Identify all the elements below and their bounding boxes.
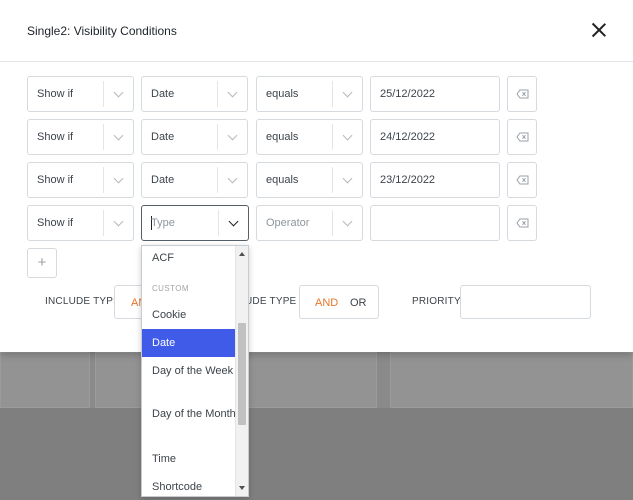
value-text: 25/12/2022 <box>380 88 436 100</box>
chevron-down-icon <box>217 167 247 193</box>
chevron-down-icon <box>217 124 247 150</box>
add-condition-button[interactable]: + <box>27 248 57 278</box>
include-type-label: UDE TYPE <box>245 296 297 307</box>
close-icon[interactable] <box>589 20 609 40</box>
background-block <box>390 352 633 408</box>
operator-select[interactable]: equals <box>256 119 363 155</box>
operator-select[interactable]: equals <box>256 76 363 112</box>
type-value: Date <box>151 88 175 100</box>
condition-select[interactable]: Show if <box>27 162 134 198</box>
backspace-icon <box>516 132 529 142</box>
scrollbar-thumb[interactable] <box>238 323 246 425</box>
type-select[interactable]: Date <box>141 76 248 112</box>
type-value: Date <box>151 174 175 186</box>
modal-header: Single2: Visibility Conditions <box>0 0 633 62</box>
type-select[interactable]: Type <box>141 205 249 241</box>
dropdown-option-cookie[interactable]: Cookie <box>142 308 236 323</box>
condition-row: Show if Date equals 25/12/2022 <box>27 76 542 112</box>
type-dropdown-list[interactable]: ACF CUSTOM Cookie Date Day of the Week D… <box>141 245 249 497</box>
priority-label: PRIORITY <box>412 296 461 307</box>
dropdown-option-acf[interactable]: ACF <box>142 251 236 266</box>
type-select[interactable]: Date <box>141 162 248 198</box>
operator-placeholder: Operator <box>266 217 310 229</box>
dropdown-scrollbar[interactable] <box>235 246 248 496</box>
value-input[interactable]: 25/12/2022 <box>370 76 500 112</box>
condition-row: Show if Date equals 23/12/2022 <box>27 162 542 198</box>
background-block <box>0 352 90 408</box>
delete-condition-button[interactable] <box>507 205 537 241</box>
chevron-down-icon <box>103 124 133 150</box>
dropdown-group-custom: CUSTOM <box>152 284 189 293</box>
modal-title: Single2: Visibility Conditions <box>27 24 177 38</box>
scroll-down-icon[interactable] <box>239 486 245 490</box>
chevron-down-icon <box>103 210 133 236</box>
chevron-down-icon <box>332 124 362 150</box>
condition-row: Show if Type Operator <box>27 205 542 241</box>
backspace-icon <box>516 218 529 228</box>
dropdown-option-time[interactable]: Time <box>142 452 236 467</box>
condition-value: Show if <box>37 131 74 143</box>
operator-value: equals <box>266 131 299 143</box>
operator-select[interactable]: equals <box>256 162 363 198</box>
operator-select[interactable]: Operator <box>256 205 363 241</box>
include-type-label: INCLUDE TYPE <box>45 296 121 307</box>
backspace-icon <box>516 175 529 185</box>
condition-select[interactable]: Show if <box>27 119 134 155</box>
value-input[interactable]: 23/12/2022 <box>370 162 500 198</box>
value-input[interactable]: 24/12/2022 <box>370 119 500 155</box>
scroll-up-icon[interactable] <box>239 252 245 256</box>
delete-condition-button[interactable] <box>507 76 537 112</box>
dropdown-option-shortcode[interactable]: Shortcode <box>142 480 236 495</box>
value-input[interactable] <box>370 205 500 241</box>
condition-value: Show if <box>37 88 74 100</box>
value-text: 24/12/2022 <box>380 131 436 143</box>
include-type-toggle[interactable]: AND OR <box>299 285 379 319</box>
operator-value: equals <box>266 174 299 186</box>
dropdown-option-day-of-month[interactable]: Day of the Month <box>142 407 236 422</box>
chevron-down-icon <box>103 81 133 107</box>
operator-value: equals <box>266 88 299 100</box>
priority-input[interactable] <box>460 285 591 319</box>
delete-condition-button[interactable] <box>507 119 537 155</box>
chevron-down-icon <box>103 167 133 193</box>
plus-icon: + <box>37 254 47 271</box>
type-value: Date <box>151 131 175 143</box>
condition-select[interactable]: Show if <box>27 205 134 241</box>
chevron-down-icon <box>332 167 362 193</box>
chevron-down-icon <box>332 81 362 107</box>
chevron-down-icon <box>217 81 247 107</box>
type-select[interactable]: Date <box>141 119 248 155</box>
type-placeholder: Type <box>151 217 175 229</box>
condition-value: Show if <box>37 217 74 229</box>
visibility-conditions-modal: Single2: Visibility Conditions Show if D… <box>0 0 633 352</box>
dropdown-option-day-of-week[interactable]: Day of the Week <box>142 364 236 379</box>
condition-row: Show if Date equals 24/12/2022 <box>27 119 542 155</box>
dropdown-option-date[interactable]: Date <box>142 329 236 357</box>
chevron-down-icon[interactable] <box>218 210 248 236</box>
delete-condition-button[interactable] <box>507 162 537 198</box>
backspace-icon <box>516 89 529 99</box>
include-or-option[interactable]: OR <box>350 297 367 309</box>
condition-select[interactable]: Show if <box>27 76 134 112</box>
chevron-down-icon <box>332 210 362 236</box>
include-and-option[interactable]: AND <box>315 297 338 309</box>
value-text: 23/12/2022 <box>380 174 436 186</box>
condition-value: Show if <box>37 174 74 186</box>
